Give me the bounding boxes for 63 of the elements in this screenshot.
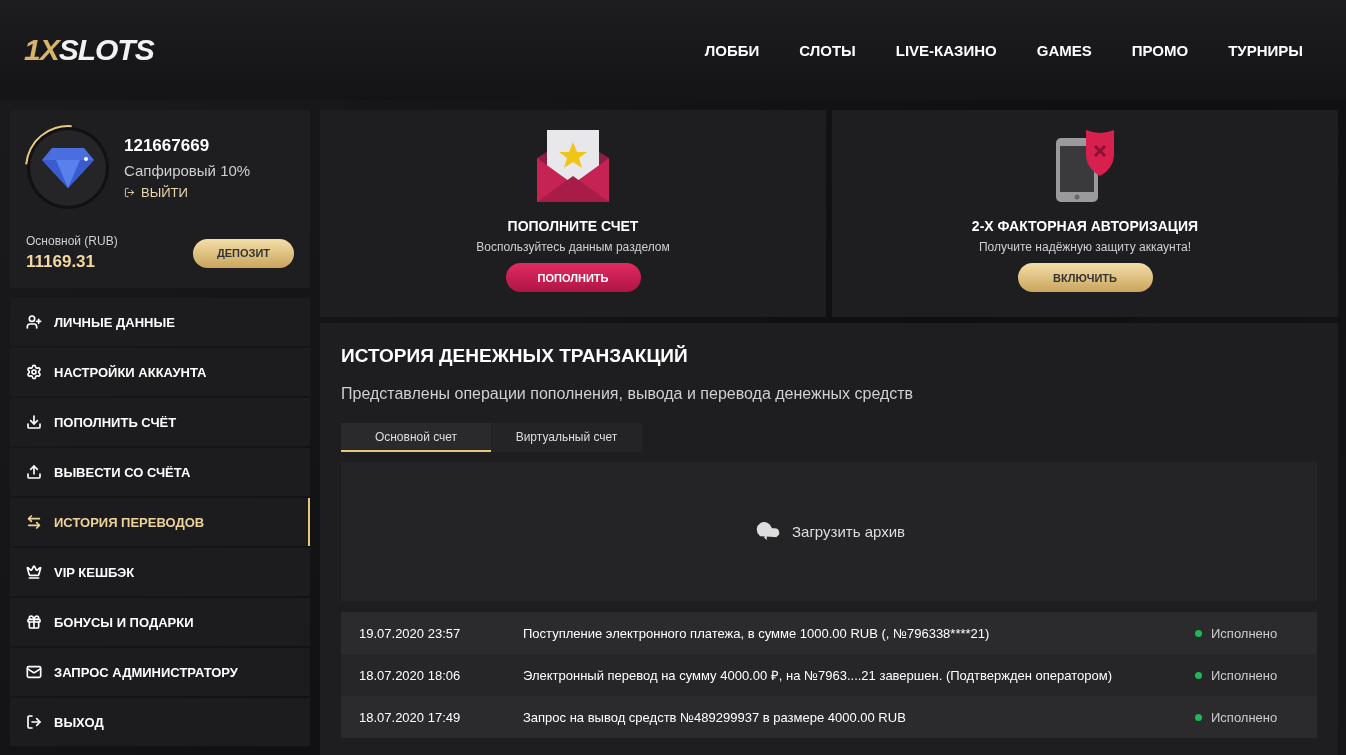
status-text: Исполнено (1211, 667, 1278, 683)
menu-label: ПОПОЛНИТЬ СЧЁТ (54, 414, 177, 430)
menu-label: ИСТОРИЯ ПЕРЕВОДОВ (54, 514, 205, 530)
arrows-icon (26, 514, 42, 530)
nav-link[interactable]: GAMES (1036, 41, 1092, 59)
balance-value: 11169.31 (26, 252, 97, 272)
crown-icon (26, 564, 42, 580)
history-title: ИСТОРИЯ ДЕНЕЖНЫХ ТРАНЗАКЦИЙ (341, 345, 689, 367)
nav-link[interactable]: СЛОТЫ (799, 41, 856, 59)
menu-item[interactable]: ЗАПРОС АДМИНИСТРАТОРУ (10, 648, 310, 696)
balance-label: Основной (RUB) (26, 234, 118, 248)
description-cell-text: Электронный перевод на сумму 4000.00 ₽, на №7963....21 завершен. (Подтвержден оператором) (523, 667, 1113, 684)
menu-label: VIP КЕШБЭК (54, 564, 135, 580)
date-cell-text: 19.07.2020 23:57 (359, 625, 462, 641)
account-tab[interactable]: Основной счет (341, 423, 491, 452)
envelope-icon (26, 664, 42, 680)
menu-item[interactable]: НАСТРОЙКИ АККАУНТА (10, 348, 310, 396)
status-text: Исполнено (1211, 709, 1278, 725)
menu-label: ВЫХОД (54, 714, 104, 730)
archive-link[interactable]: Загрузить архив (753, 516, 905, 547)
nav-link[interactable]: ПРОМО (1131, 41, 1189, 59)
tier-label: Сапфировый 10% (124, 162, 251, 179)
menu-item[interactable]: ПОПОЛНИТЬ СЧЁТ (10, 398, 310, 446)
upload-icon (26, 464, 42, 480)
menu-label: НАСТРОЙКИ АККАУНТА (54, 364, 207, 380)
nav-link[interactable]: ЛОББИ (704, 41, 760, 59)
menu-label: ВЫВЕСТИ СО СЧЁТА (54, 464, 191, 480)
menu-label: ЛИЧНЫЕ ДАННЫЕ (54, 314, 175, 330)
menu-item[interactable]: ВЫХОД (10, 698, 310, 746)
logout-icon (124, 187, 135, 198)
menu-item[interactable]: ЛИЧНЫЕ ДАННЫЕ (10, 298, 310, 346)
description-cell-text: Запрос на вывод средств №489299937 в размере 4000.00 RUB (523, 709, 907, 725)
menu-item[interactable]: ВЫВЕСТИ СО СЧЁТА (10, 448, 310, 496)
logout-link[interactable]: ВЫЙТИ (124, 185, 251, 200)
gears-icon (26, 364, 42, 380)
description-cell-text: Поступление электронного платежа, в сумме 1000.00 RUB (, №796338****21) (523, 625, 991, 641)
gift-icon (26, 614, 42, 630)
menu-label: БОНУСЫ И ПОДАРКИ (54, 614, 194, 630)
status-text: Исполнено (1211, 625, 1278, 641)
menu-label: ЗАПРОС АДМИНИСТРАТОРУ (54, 664, 238, 680)
download-icon (26, 414, 42, 430)
promo-title: ПОПОЛНИТЕ СЧЕТ (507, 218, 639, 234)
menu-item[interactable]: ИСТОРИЯ ПЕРЕВОДОВ (10, 498, 310, 546)
history-subtitle: Представлены операции пополнения, вывода и перевода денежных средств (341, 385, 915, 403)
envelope-star-icon (535, 128, 611, 204)
nav-link[interactable]: ТУРНИРЫ (1228, 41, 1303, 59)
promo-subtitle: Получите надёжную защиту аккаунта! (979, 240, 1191, 254)
date-cell-text: 18.07.2020 18:06 (359, 667, 462, 683)
deposit-button[interactable]: ДЕПОЗИТ (193, 238, 294, 268)
nav-link[interactable]: LIVE-КАЗИНО (895, 41, 997, 59)
diamond-icon (42, 148, 94, 188)
user-plus-icon (26, 314, 42, 330)
logout-icon (26, 714, 42, 730)
promo-button[interactable]: ПОПОЛНИТЬ (505, 263, 641, 292)
account-id: 121667669 (124, 136, 211, 156)
promo-button[interactable]: ВКЛЮЧИТЬ (1017, 263, 1153, 292)
logo[interactable]: 1XSLOTS (24, 33, 154, 67)
menu-item[interactable]: БОНУСЫ И ПОДАРКИ (10, 598, 310, 646)
promo-title: 2-Х ФАКТОРНАЯ АВТОРИЗАЦИЯ (971, 218, 1199, 234)
promo-subtitle: Воспользуйтесь данным разделом (476, 240, 670, 254)
date-cell-text: 18.07.2020 17:49 (359, 709, 462, 725)
account-tab[interactable]: Виртуальный счет (491, 423, 642, 452)
menu-item[interactable]: VIP КЕШБЭК (10, 548, 310, 596)
